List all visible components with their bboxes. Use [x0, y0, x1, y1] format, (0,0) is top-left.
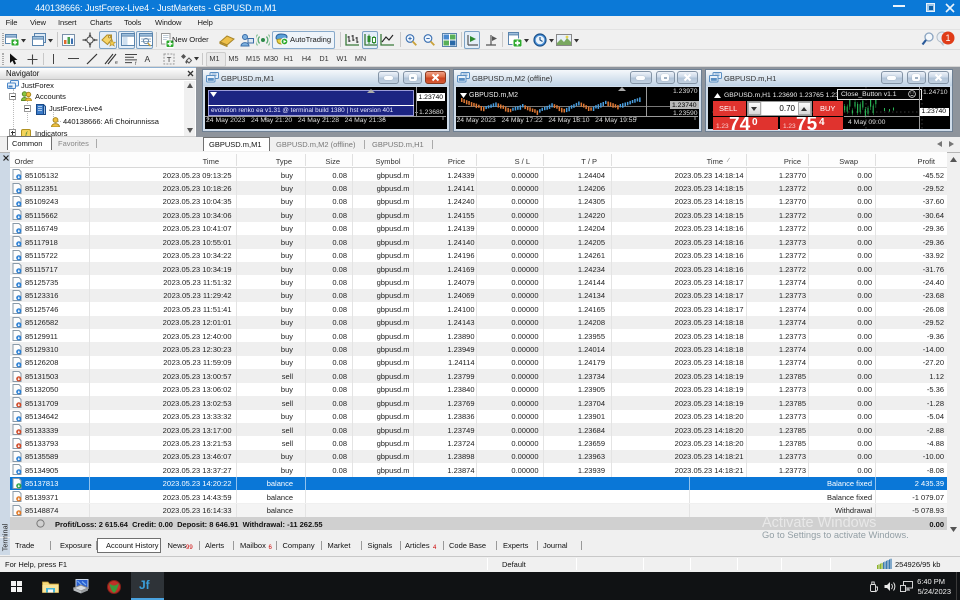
- svg-text:e: e: [115, 60, 118, 65]
- svg-text:1: 1: [945, 33, 950, 43]
- svg-text:T: T: [166, 55, 171, 64]
- svg-text:f: f: [135, 61, 137, 65]
